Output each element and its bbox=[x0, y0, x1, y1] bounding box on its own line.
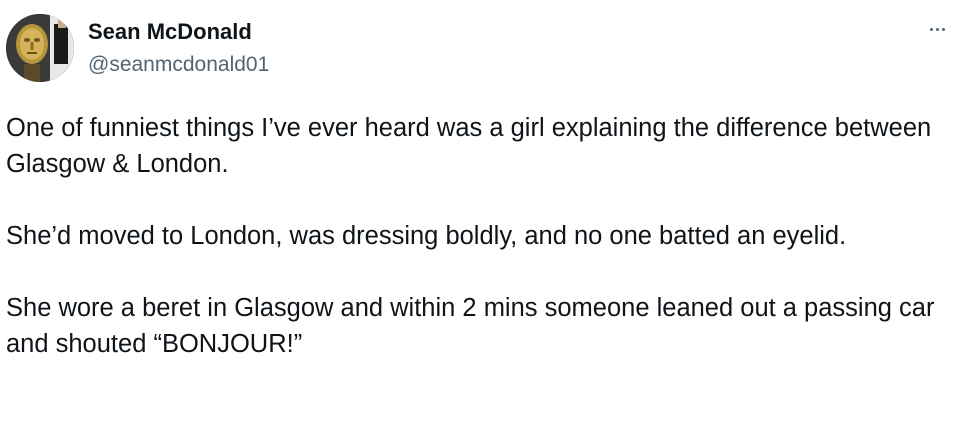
tweet-text: One of funniest things I’ve ever heard w… bbox=[6, 110, 954, 362]
more-options-button[interactable] bbox=[922, 16, 952, 42]
bafta-mask-avatar-icon bbox=[6, 14, 74, 82]
tweet-card: Sean McDonald @seanmcdonald01 One of fun… bbox=[0, 0, 960, 446]
more-horizontal-icon bbox=[929, 27, 945, 31]
tweet-header: Sean McDonald @seanmcdonald01 bbox=[6, 14, 954, 84]
author-handle[interactable]: @seanmcdonald01 bbox=[88, 53, 269, 77]
tweet-paragraph: She wore a beret in Glasgow and within 2… bbox=[6, 294, 935, 358]
avatar[interactable] bbox=[6, 14, 74, 82]
author-name[interactable]: Sean McDonald bbox=[88, 19, 252, 45]
tweet-paragraph: She’d moved to London, was dressing bold… bbox=[6, 222, 847, 250]
tweet-paragraph: One of funniest things I’ve ever heard w… bbox=[6, 114, 932, 178]
